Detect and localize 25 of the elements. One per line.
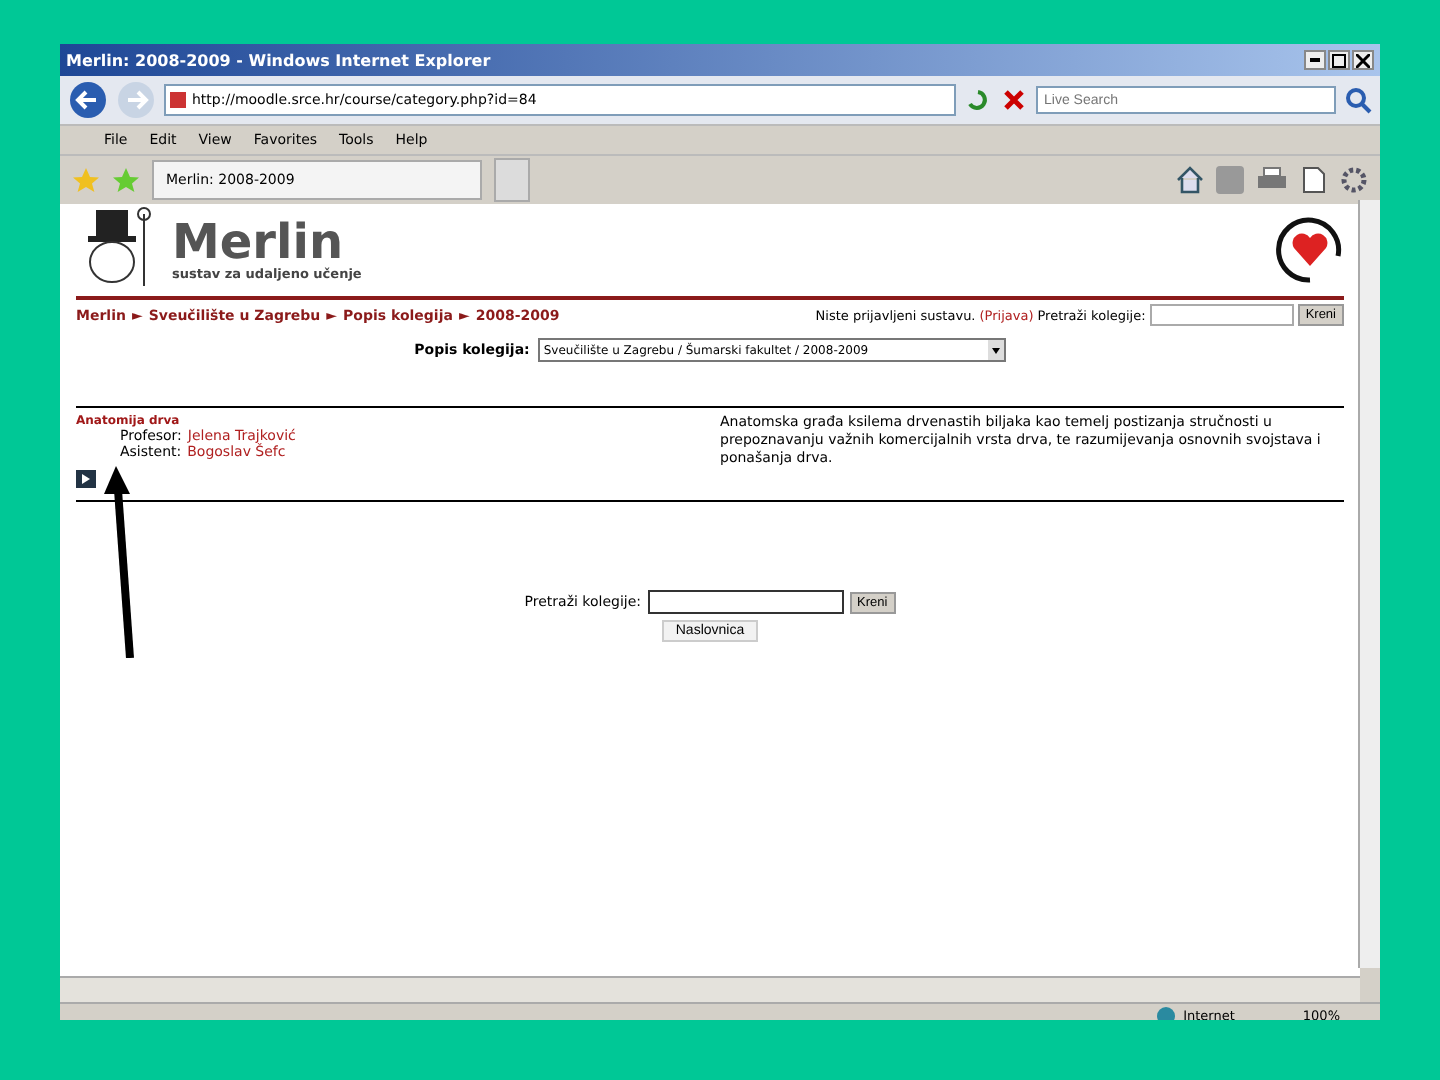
course-search-field[interactable] [1149,304,1294,326]
logo-text: Merlin [172,218,344,266]
gear-icon[interactable] [1340,166,1368,194]
page-icon[interactable] [1300,166,1328,194]
refresh-icon[interactable] [964,86,992,114]
course-search-field[interactable] [647,590,844,614]
home-icon[interactable] [1176,166,1204,194]
search-icon[interactable] [1344,86,1372,114]
close-button[interactable] [1352,50,1374,70]
horizontal-scrollbar[interactable] [60,976,1360,1002]
minimize-button[interactable] [1304,50,1326,70]
heart-logo-icon [1276,216,1344,284]
window-title: Merlin: 2008-2009 - Windows Internet Explorer [66,51,491,69]
maximize-button[interactable] [1328,50,1350,70]
stop-icon[interactable] [1000,86,1028,114]
dropdown-caret-icon[interactable] [987,340,1004,360]
back-icon[interactable] [68,80,108,120]
close-icon [1356,53,1370,67]
maximize-icon [1332,53,1346,67]
info-icon[interactable] [76,470,96,488]
vertical-scrollbar[interactable] [1358,200,1380,968]
globe-icon [1155,1006,1176,1020]
printer-icon[interactable] [1256,166,1288,194]
minimize-icon [1310,58,1320,62]
star-icon[interactable] [72,166,100,194]
